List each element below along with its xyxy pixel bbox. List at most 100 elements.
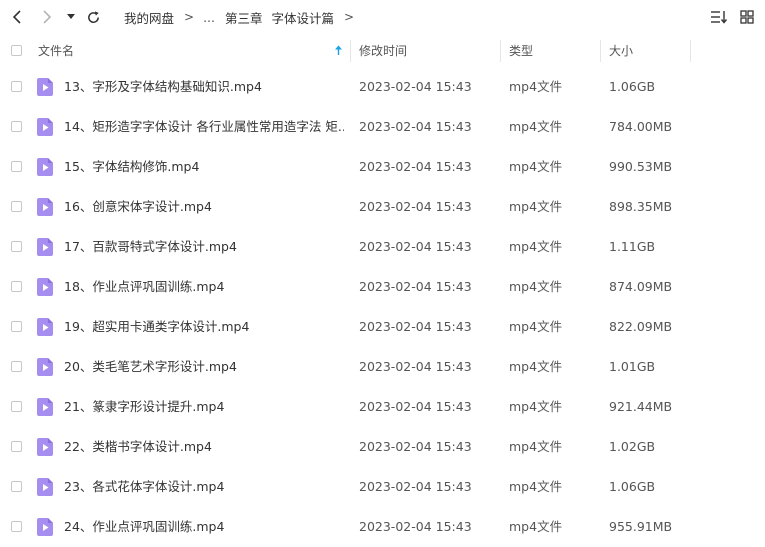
column-header-name[interactable]: 文件名 [38,36,74,65]
breadcrumb: 我的网盘 > ... 第三章 字体设计篇 > [124,8,363,26]
grid-view-icon [740,10,754,24]
video-file-icon [37,198,53,216]
file-size: 1.02GB [609,439,656,454]
file-name[interactable]: 18、作业点评巩固训练.mp4 [64,267,344,307]
sort-list-icon [711,11,728,24]
column-divider [350,40,351,62]
file-name[interactable]: 15、字体结构修饰.mp4 [64,147,344,187]
column-header-type[interactable]: 类型 [509,36,533,65]
file-name[interactable]: 23、各式花体字体设计.mp4 [64,467,344,507]
checkbox-box [11,521,22,532]
file-row[interactable]: 23、各式花体字体设计.mp4 2023-02-04 15:43 mp4文件 1.06… [0,467,765,507]
breadcrumb-current-folder[interactable]: 字体设计篇 [272,8,335,27]
file-row[interactable]: 24、作业点评巩固训练.mp4 2023-02-04 15:43 mp4文件 955.… [0,507,765,547]
sort-ascending-icon[interactable] [334,36,343,65]
file-size: 990.53MB [609,159,673,174]
row-checkbox[interactable] [11,81,22,92]
file-size: 874.09MB [609,279,673,294]
checkbox-box [11,45,22,56]
video-file-icon [37,358,53,376]
file-modified-time: 2023-02-04 15:43 [359,439,472,454]
file-size: 921.44MB [609,399,673,414]
sort-button[interactable] [709,8,729,26]
video-file-icon [37,478,53,496]
file-modified-time: 2023-02-04 15:43 [359,479,472,494]
breadcrumb-root[interactable]: 我的网盘 [124,8,174,27]
file-modified-time: 2023-02-04 15:43 [359,199,472,214]
file-row[interactable]: 14、矩形造字字体设计 各行业属性常用造字法 矩... 2023-02-04 15… [0,107,765,147]
file-row[interactable]: 20、类毛笔艺术字形设计.mp4 2023-02-04 15:43 mp4文件 1.0… [0,347,765,387]
refresh-icon [87,10,99,23]
file-type: mp4文件 [509,119,563,134]
video-file-icon [37,78,53,96]
file-row[interactable]: 13、字形及字体结构基础知识.mp4 2023-02-04 15:43 mp4文件 1… [0,67,765,107]
file-size: 1.06GB [609,479,656,494]
column-header-size[interactable]: 大小 [609,36,633,65]
file-name[interactable]: 20、类毛笔艺术字形设计.mp4 [64,347,344,387]
file-name[interactable]: 17、百款哥特式字体设计.mp4 [64,227,344,267]
row-checkbox[interactable] [11,521,22,532]
checkbox-box [11,81,22,92]
breadcrumb-ellipsis[interactable]: ... [203,10,215,25]
video-file-icon [37,118,53,136]
file-modified-time: 2023-02-04 15:43 [359,119,472,134]
file-row[interactable]: 21、篆隶字形设计提升.mp4 2023-02-04 15:43 mp4文件 921.… [0,387,765,427]
back-button[interactable] [7,6,29,28]
row-checkbox[interactable] [11,201,22,212]
file-list-header: 文件名 修改时间 类型 大小 [0,36,765,65]
row-checkbox[interactable] [11,321,22,332]
breadcrumb-chapter[interactable]: 第三章 [225,8,263,27]
row-checkbox[interactable] [11,281,22,292]
file-type: mp4文件 [509,439,563,454]
file-type: mp4文件 [509,239,563,254]
select-all-checkbox[interactable] [11,36,22,65]
breadcrumb-separator[interactable]: > [344,10,354,24]
row-checkbox[interactable] [11,121,22,132]
forward-button[interactable] [35,6,57,28]
refresh-button[interactable] [82,6,104,28]
file-size: 1.06GB [609,79,656,94]
video-file-icon [37,278,53,296]
column-divider [500,40,501,62]
file-row[interactable]: 17、百款哥特式字体设计.mp4 2023-02-04 15:43 mp4文件 1.1… [0,227,765,267]
row-checkbox[interactable] [11,161,22,172]
file-modified-time: 2023-02-04 15:43 [359,319,472,334]
file-name[interactable]: 19、超实用卡通类字体设计.mp4 [64,307,344,347]
file-type: mp4文件 [509,319,563,334]
file-row[interactable]: 22、类楷书字体设计.mp4 2023-02-04 15:43 mp4文件 1.02G… [0,427,765,467]
file-name[interactable]: 13、字形及字体结构基础知识.mp4 [64,67,344,107]
history-dropdown-button[interactable] [62,6,80,28]
row-checkbox[interactable] [11,481,22,492]
row-checkbox[interactable] [11,401,22,412]
file-type: mp4文件 [509,479,563,494]
checkbox-box [11,481,22,492]
file-name[interactable]: 16、创意宋体字设计.mp4 [64,187,344,227]
row-checkbox[interactable] [11,241,22,252]
video-file-icon [37,158,53,176]
file-row[interactable]: 15、字体结构修饰.mp4 2023-02-04 15:43 mp4文件 990.53… [0,147,765,187]
checkbox-box [11,161,22,172]
file-name[interactable]: 22、类楷书字体设计.mp4 [64,427,344,467]
file-modified-time: 2023-02-04 15:43 [359,239,472,254]
checkbox-box [11,121,22,132]
checkbox-box [11,201,22,212]
row-checkbox[interactable] [11,361,22,372]
grid-view-button[interactable] [737,8,757,26]
row-checkbox[interactable] [11,441,22,452]
file-name[interactable]: 21、篆隶字形设计提升.mp4 [64,387,344,427]
file-name[interactable]: 14、矩形造字字体设计 各行业属性常用造字法 矩... [64,107,344,147]
file-modified-time: 2023-02-04 15:43 [359,359,472,374]
file-row[interactable]: 18、作业点评巩固训练.mp4 2023-02-04 15:43 mp4文件 874.… [0,267,765,307]
column-header-modified[interactable]: 修改时间 [359,36,407,65]
checkbox-box [11,241,22,252]
video-file-icon [37,438,53,456]
file-name[interactable]: 24、作业点评巩固训练.mp4 [64,507,344,547]
file-modified-time: 2023-02-04 15:43 [359,399,472,414]
file-row[interactable]: 19、超实用卡通类字体设计.mp4 2023-02-04 15:43 mp4文件 82… [0,307,765,347]
file-modified-time: 2023-02-04 15:43 [359,159,472,174]
file-size: 1.01GB [609,359,656,374]
checkbox-box [11,321,22,332]
file-row[interactable]: 16、创意宋体字设计.mp4 2023-02-04 15:43 mp4文件 898.3… [0,187,765,227]
video-file-icon [37,238,53,256]
chevron-left-icon [12,10,21,24]
